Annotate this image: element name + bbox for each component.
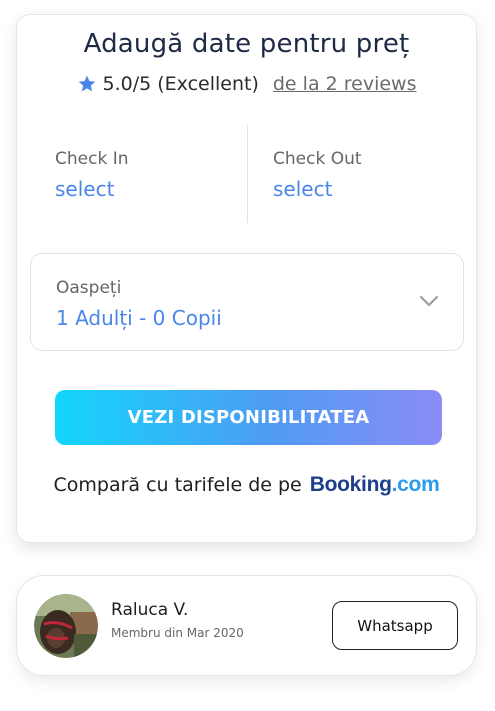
booking-logo[interactable]: Booking.com xyxy=(310,473,440,497)
chevron-down-icon[interactable] xyxy=(419,294,439,308)
compare-text: Compară cu tarifele de pe xyxy=(53,474,302,496)
guests-value: 1 Adulți - 0 Copii xyxy=(56,306,222,330)
star-icon xyxy=(78,75,95,92)
guests-dropdown[interactable]: Oaspeți 1 Adulți - 0 Copii xyxy=(30,253,464,351)
check-in-field[interactable]: Check In select xyxy=(55,125,255,225)
reviews-link[interactable]: de la 2 reviews xyxy=(273,73,417,95)
whatsapp-button[interactable]: Whatsapp xyxy=(332,601,458,650)
rating-text: 5.0/5 (Excellent) xyxy=(102,73,259,95)
booking-logo-part2: .com xyxy=(391,473,440,496)
host-name: Raluca V. xyxy=(111,600,189,620)
avatar-image xyxy=(34,594,98,658)
check-out-label: Check Out xyxy=(273,149,362,169)
check-out-field[interactable]: Check Out select xyxy=(273,125,473,225)
host-card: Raluca V. Membru din Mar 2020 Whatsapp xyxy=(16,575,477,676)
host-member-since: Membru din Mar 2020 xyxy=(111,626,244,640)
check-availability-button[interactable]: VEZI DISPONIBILITATEA xyxy=(55,390,442,445)
avatar xyxy=(34,594,98,658)
check-out-value[interactable]: select xyxy=(273,177,332,201)
check-in-value[interactable]: select xyxy=(55,177,114,201)
compare-rates: Compară cu tarifele de pe Booking.com xyxy=(17,473,476,497)
booking-card: Adaugă date pentru preț 5.0/5 (Excellent… xyxy=(16,14,477,543)
date-selector: Check In select Check Out select xyxy=(17,125,476,225)
guests-label: Oaspeți xyxy=(56,278,122,298)
check-in-label: Check In xyxy=(55,149,129,169)
card-title: Adaugă date pentru preț xyxy=(83,29,410,59)
rating-row: 5.0/5 (Excellent) de la 2 reviews xyxy=(17,73,476,95)
date-divider xyxy=(247,125,248,223)
booking-logo-part1: Booking xyxy=(309,473,392,496)
